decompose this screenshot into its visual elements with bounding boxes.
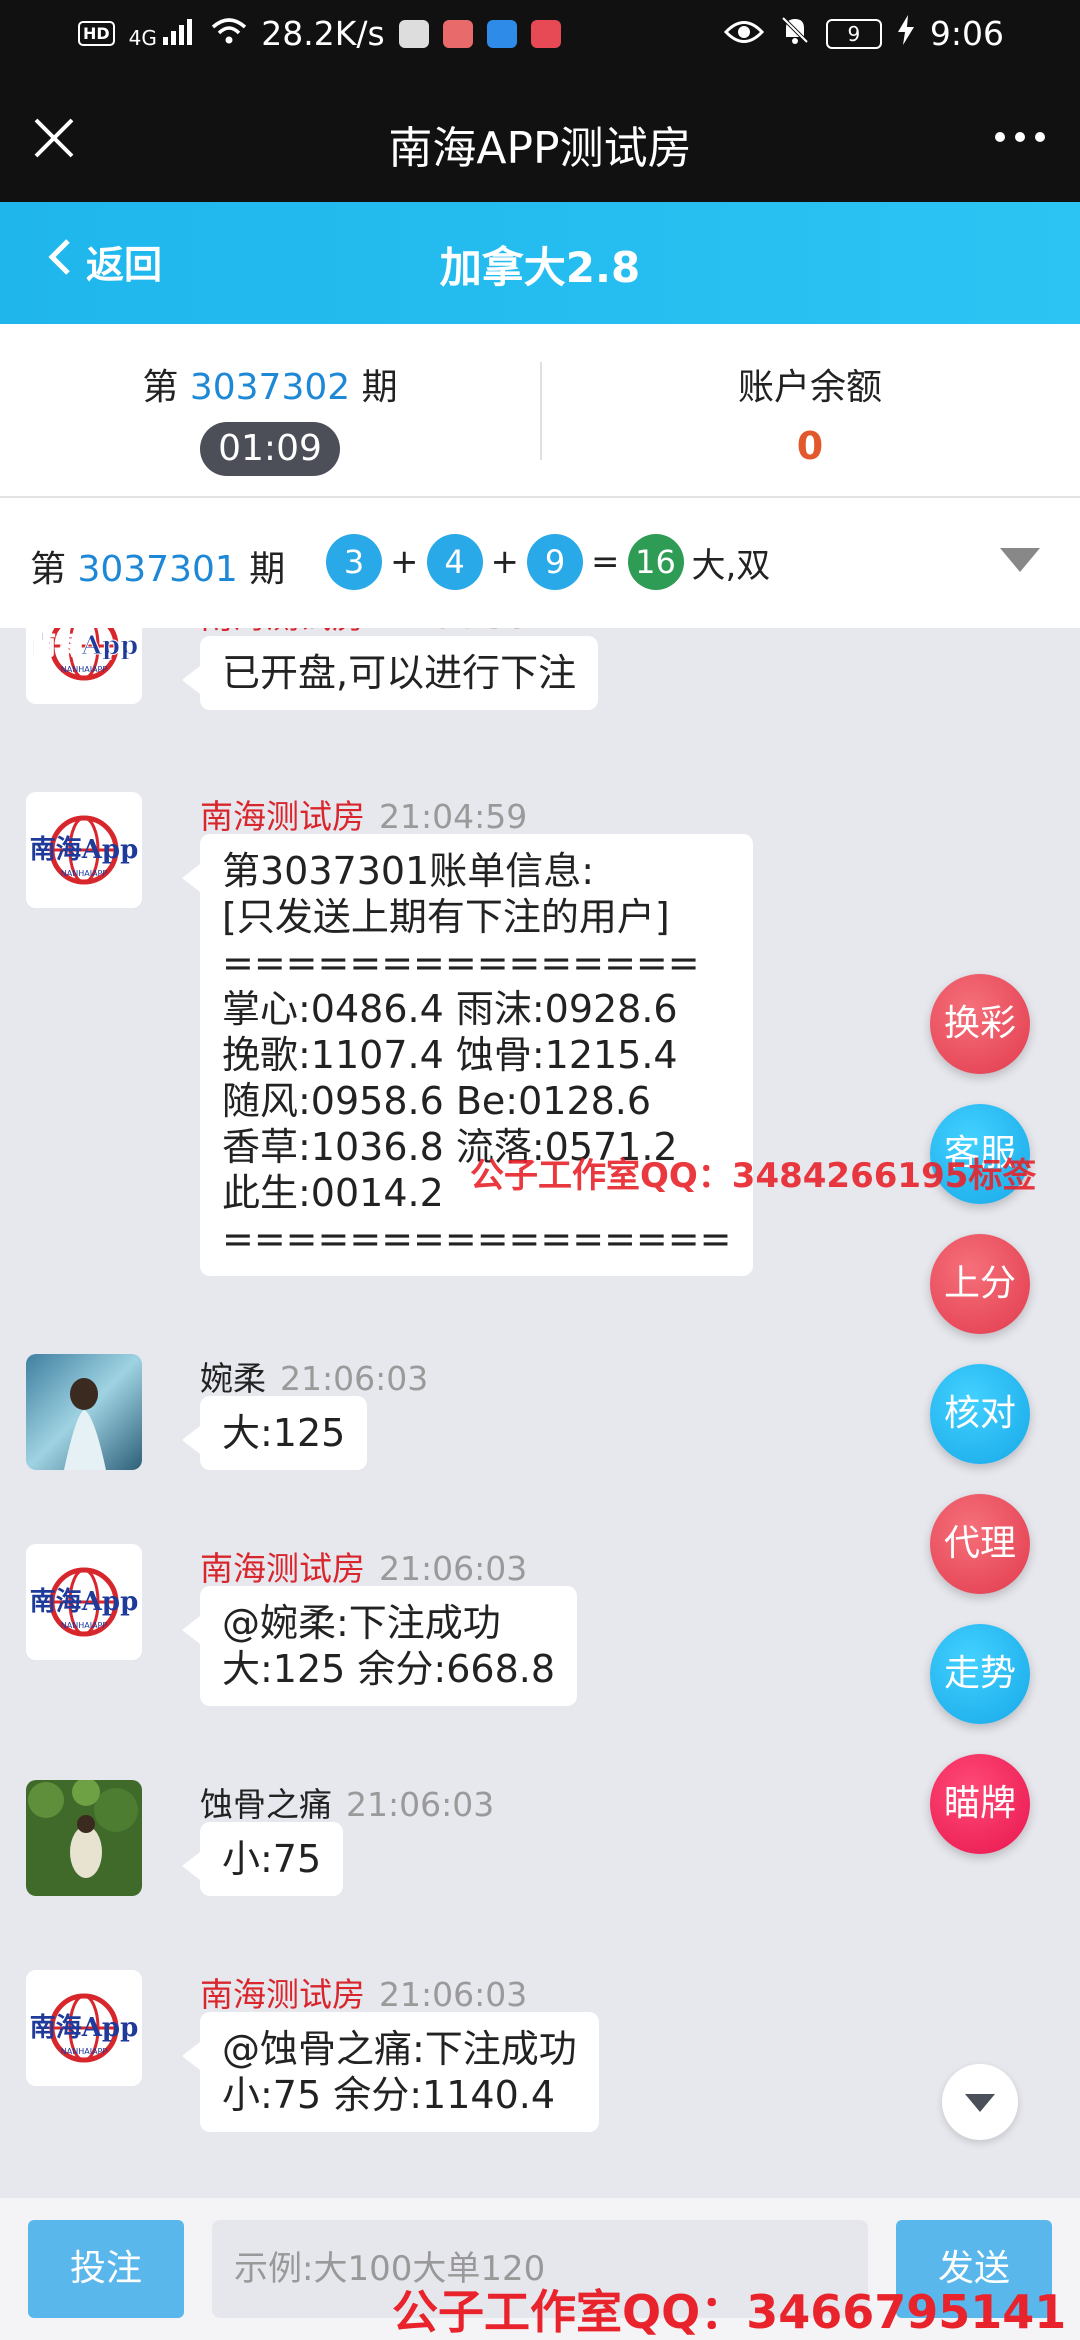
message-time: 21:06:03 — [379, 1549, 528, 1588]
period-suffix: 期 — [249, 549, 286, 590]
message-time: 21:06:03 — [280, 1359, 429, 1398]
sender-line: 南海测试房 21:04:59 — [200, 790, 527, 838]
avatar: 南海App NANHAIAPP — [26, 628, 142, 704]
message-bubble: @蚀骨之痛:下注成功 小:75 余分:1140.4 — [182, 2012, 599, 2132]
bet-button[interactable]: 投注 — [28, 2220, 184, 2318]
eye-icon — [723, 14, 764, 53]
result-sum: 16 — [627, 534, 684, 590]
network-type: 4G — [128, 26, 157, 50]
sender-name: 南海测试房 — [200, 797, 365, 836]
message-bubble: @婉柔:下注成功 大:125 余分:668.8 — [181, 1586, 578, 1706]
page-title: 南海APP测试房 — [388, 123, 692, 174]
message-bubble: 第3037301账单信息: [只发送上期有下注的用户] ============… — [181, 834, 754, 1276]
sender-name: 南海测试房 — [200, 1549, 365, 1588]
avatar: 南海App NANHAIAPP — [26, 1544, 142, 1660]
svg-text:南海App: 南海App — [30, 1587, 139, 1617]
watermark-middle: 公子工作室QQ：3484266195标签 — [470, 1156, 1037, 1196]
period-number: 3037301 — [77, 549, 238, 590]
game-title: 加拿大2.8 — [439, 243, 641, 292]
balance-value: 0 — [796, 424, 824, 468]
current-period: 第 3037302 期 01:09 — [0, 358, 540, 476]
result-balls: 3 + 4 + 9 = 16 大,双 — [326, 534, 770, 590]
result-outcome: 大,双 — [691, 545, 771, 586]
result-ball: 3 — [326, 534, 382, 590]
account-balance: 账户余额 0 — [540, 358, 1080, 468]
webview-title-bar: 南海APP测试房 — [0, 72, 1080, 202]
network-speed: 28.2K/s — [261, 14, 385, 53]
nanhai-logo-icon: 南海App NANHAIAPP — [26, 1544, 142, 1660]
sender-line: 南海测试房 21:06:03 — [200, 1968, 527, 2016]
equals-sign: = — [591, 542, 620, 582]
app-notification-icon — [398, 19, 429, 48]
svg-text:NANHAIAPP: NANHAIAPP — [61, 1621, 108, 1630]
balance-label: 账户余额 — [737, 367, 882, 408]
trend-button[interactable]: 走势 — [930, 1624, 1030, 1724]
charging-icon — [897, 14, 914, 53]
app-notification-icon — [442, 19, 473, 48]
scroll-to-bottom-button[interactable] — [942, 2064, 1018, 2140]
svg-text:南海App: 南海App — [30, 631, 139, 661]
message-time: 21:04:59 — [379, 797, 528, 836]
message-bubble: 已开盘,可以进行下注 — [181, 636, 599, 710]
last-result-bar[interactable]: 第 3037301 期 3 + 4 + 9 = 16 大,双 — [0, 498, 1080, 628]
more-options-icon[interactable] — [990, 122, 1050, 152]
mute-bell-icon — [780, 14, 810, 53]
nanhai-logo-icon: 南海App NANHAIAPP — [26, 792, 142, 908]
svg-text:南海App: 南海App — [30, 835, 139, 865]
sender-name: 南海测试房 — [200, 1975, 365, 2014]
avatar: 南海App NANHAIAPP — [26, 792, 142, 908]
watermark-bottom: 公子工作室QQ：3466795141 — [392, 2285, 1067, 2339]
plus-sign: + — [390, 542, 419, 582]
period-prefix: 第 — [142, 367, 179, 408]
peek-card-button[interactable]: 瞄牌 — [930, 1754, 1030, 1854]
svg-text:NANHAIAPP: NANHAIAPP — [61, 869, 108, 878]
last-period: 第 3037301 期 — [30, 540, 285, 592]
sender-name: 蚀骨之痛 — [200, 1785, 332, 1824]
sender-name: 南海测试房 — [200, 628, 365, 636]
agent-button[interactable]: 代理 — [930, 1494, 1030, 1594]
app-notification-icon — [530, 19, 561, 48]
sender-line: 南海测试房 21:06:03 — [200, 1542, 527, 1590]
message-bubble: 大:125 — [181, 1396, 368, 1470]
message-time: 21:06:03 — [379, 1975, 528, 2014]
avatar — [26, 1780, 142, 1896]
chat-list[interactable]: 南海AppNANHAIAPP 南海测试房21:04:58 已开盘,可以进行下注 … — [0, 628, 1080, 2198]
wifi-icon — [211, 14, 247, 53]
nanhai-logo-icon: 南海App NANHAIAPP — [26, 628, 142, 704]
result-ball: 9 — [527, 534, 583, 590]
svg-text:NANHAIAPP: NANHAIAPP — [61, 2047, 108, 2056]
app-notification-icon — [486, 19, 517, 48]
message-time: 21:06:03 — [346, 1785, 495, 1824]
current-period-panel: 第 3037302 期 01:09 账户余额 0 — [0, 324, 1080, 498]
countdown-timer: 01:09 — [200, 422, 340, 476]
avatar — [26, 1354, 142, 1470]
period-suffix: 期 — [361, 367, 398, 408]
user-photo-icon — [26, 1354, 142, 1470]
top-up-button[interactable]: 上分 — [930, 1234, 1030, 1334]
sender-name: 婉柔 — [200, 1359, 266, 1398]
signal-icon: 4G — [129, 17, 198, 50]
game-header: 返回 加拿大2.8 — [0, 202, 1080, 324]
message-time: 21:04:58 — [379, 628, 527, 636]
status-bar: HD 4G 28.2K/s 9 9:06 — [0, 0, 1080, 72]
result-ball: 4 — [426, 534, 483, 590]
nanhai-logo-icon: 南海App NANHAIAPP — [26, 1970, 142, 2086]
hd-badge: HD — [78, 21, 115, 46]
period-number: 3037302 — [189, 367, 351, 408]
expand-history-icon[interactable] — [1000, 548, 1040, 572]
verify-button[interactable]: 核对 — [930, 1364, 1030, 1464]
battery-icon: 9 — [825, 18, 882, 49]
svg-text:NANHAIAPP: NANHAIAPP — [61, 665, 108, 674]
sender-line: 蚀骨之痛 21:06:03 — [200, 1778, 494, 1826]
period-prefix: 第 — [30, 549, 67, 590]
sender-line: 婉柔 21:06:03 — [200, 1352, 428, 1400]
switch-lottery-button[interactable]: 换彩 — [930, 974, 1030, 1074]
clock: 9:06 — [929, 14, 1004, 53]
message-bubble: 小:75 — [181, 1822, 344, 1896]
svg-text:南海App: 南海App — [30, 2013, 139, 2043]
plus-sign: + — [490, 542, 520, 582]
avatar: 南海App NANHAIAPP — [26, 1970, 142, 2086]
user-photo-icon — [26, 1780, 142, 1896]
